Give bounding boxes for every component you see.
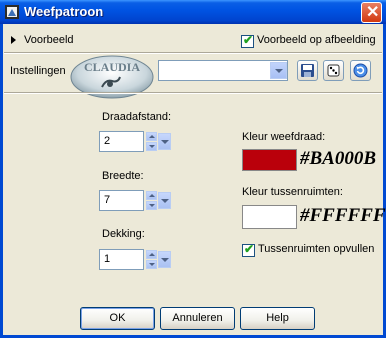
- gap-color-hex: #FFFFFF: [300, 205, 386, 226]
- increment-button[interactable]: [146, 191, 157, 200]
- preset-dropdown-button[interactable]: [270, 62, 287, 79]
- preview-on-image-checkbox[interactable]: ✔: [241, 33, 254, 48]
- width-label: Breedte:: [102, 170, 144, 182]
- decrement-button[interactable]: [146, 260, 157, 269]
- app-icon: [5, 5, 19, 19]
- close-icon: ✕: [366, 4, 380, 21]
- floppy-disk-icon: [301, 64, 314, 77]
- increment-button[interactable]: [146, 132, 157, 141]
- separator: [4, 92, 382, 94]
- spinner-buttons[interactable]: [146, 191, 157, 210]
- width-dropdown-button[interactable]: [158, 192, 171, 209]
- dice-icon: [327, 64, 340, 77]
- settings-label: Instellingen: [10, 65, 66, 77]
- spinner-buttons[interactable]: [146, 250, 157, 269]
- randomize-button[interactable]: [323, 60, 344, 81]
- checkmark-icon: ✔: [244, 242, 255, 256]
- gap-color-swatch[interactable]: [242, 205, 297, 229]
- thread-distance-input[interactable]: 2: [99, 131, 144, 152]
- window-frame-left: [0, 24, 3, 338]
- reset-arrow-icon: [353, 63, 368, 78]
- svg-text:CLAUDIA: CLAUDIA: [84, 60, 140, 74]
- reset-button[interactable]: [350, 60, 371, 81]
- opacity-input[interactable]: 1: [99, 249, 144, 270]
- decrement-button[interactable]: [146, 142, 157, 151]
- thread-color-hex: #BA000B: [300, 148, 377, 169]
- save-preset-button[interactable]: [297, 60, 318, 81]
- width-input[interactable]: 7: [99, 190, 144, 211]
- opacity-dropdown-button[interactable]: [158, 251, 171, 268]
- preview-toggle-label[interactable]: Voorbeeld: [24, 34, 74, 46]
- thread-distance-label: Draadafstand:: [102, 111, 172, 123]
- cancel-button[interactable]: Annuleren: [160, 307, 235, 330]
- thread-distance-dropdown-button[interactable]: [158, 133, 171, 150]
- preset-select[interactable]: [158, 60, 288, 81]
- expand-arrow-icon[interactable]: [11, 36, 16, 44]
- close-button[interactable]: ✕: [361, 2, 382, 23]
- spinner-buttons[interactable]: [146, 132, 157, 151]
- checkmark-icon: ✔: [243, 33, 254, 47]
- preview-on-image-label[interactable]: Voorbeeld op afbeelding: [257, 34, 376, 46]
- fill-gaps-label[interactable]: Tussenruimten opvullen: [258, 243, 374, 255]
- thread-color-label: Kleur weefdraad:: [242, 131, 326, 143]
- fill-gaps-checkbox[interactable]: ✔: [242, 242, 255, 257]
- increment-button[interactable]: [146, 250, 157, 259]
- window-title: Weefpatroon: [24, 4, 104, 19]
- thread-distance-spinner[interactable]: 2: [99, 131, 171, 152]
- opacity-label: Dekking:: [102, 228, 145, 240]
- ok-button[interactable]: OK: [80, 307, 155, 330]
- help-button[interactable]: Help: [240, 307, 315, 330]
- opacity-spinner[interactable]: 1: [99, 249, 171, 270]
- decrement-button[interactable]: [146, 201, 157, 210]
- gap-color-label: Kleur tussenruimten:: [242, 186, 343, 198]
- width-spinner[interactable]: 7: [99, 190, 171, 211]
- separator: [4, 52, 382, 54]
- thread-color-swatch[interactable]: [242, 149, 297, 171]
